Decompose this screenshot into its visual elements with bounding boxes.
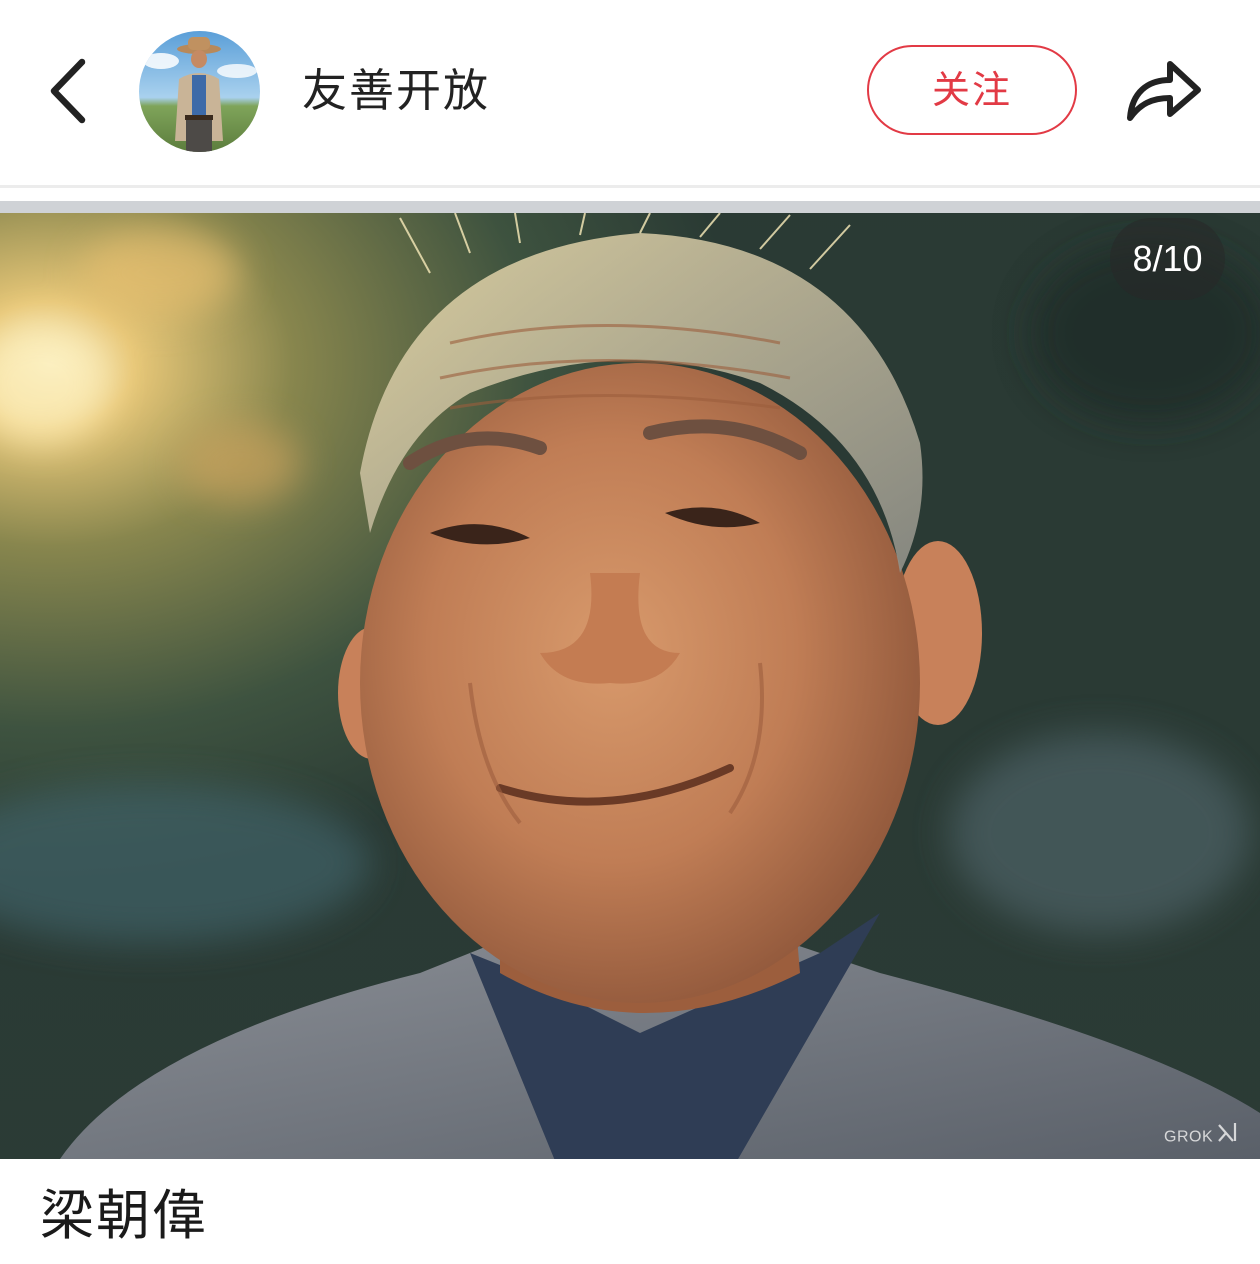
xai-logo-icon [1217,1121,1239,1154]
share-button[interactable] [1118,52,1208,132]
content-divider [0,201,1260,213]
watermark: GROK [1164,1121,1239,1151]
post-image[interactable] [0,213,1260,1159]
share-arrow-icon [1127,61,1201,121]
back-button[interactable] [34,52,104,130]
top-bar: 友善开放 关注 [0,0,1260,185]
chevron-left-icon [50,58,86,124]
follow-button[interactable]: 关注 [867,45,1077,135]
image-counter-badge: 8/10 [1110,218,1225,300]
watermark-text: GROK [1164,1128,1214,1146]
avatar-image [139,31,260,152]
portrait-photo [0,213,1260,1159]
username[interactable]: 友善开放 [302,60,490,122]
post-caption: 梁朝偉 [40,1184,208,1247]
header-divider [0,185,1260,188]
post-detail-page: 友善开放 关注 8/10 GROK 梁朝偉 [0,0,1260,1264]
avatar[interactable] [139,31,260,152]
